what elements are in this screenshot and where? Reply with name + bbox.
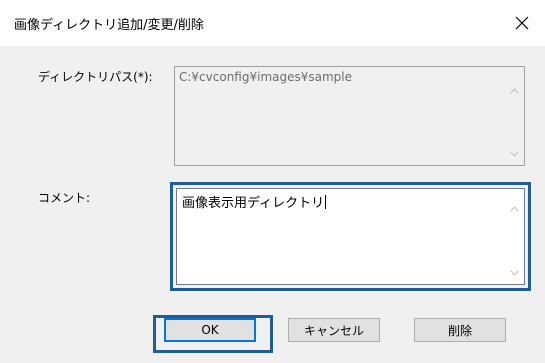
ok-button[interactable]: OK: [164, 318, 256, 342]
title-bar: 画像ディレクトリ追加/変更/削除: [0, 0, 545, 46]
delete-button[interactable]: 削除: [414, 318, 506, 342]
scroll-up-icon[interactable]: [506, 200, 523, 217]
scroll-up-icon[interactable]: [506, 82, 523, 99]
directory-path-field[interactable]: C:¥cvconfig¥images¥sample: [174, 66, 525, 166]
comment-scrollbar[interactable]: [506, 190, 523, 283]
comment-value: 画像表示用ディレクトリ: [182, 195, 327, 211]
scroll-down-icon[interactable]: [506, 264, 523, 281]
dialog-title: 画像ディレクトリ追加/変更/削除: [14, 18, 204, 33]
directory-path-scrollbar[interactable]: [506, 68, 523, 164]
cancel-button[interactable]: キャンセル: [288, 318, 380, 342]
comment-field[interactable]: 画像表示用ディレクトリ: [176, 188, 525, 285]
text-caret: [325, 195, 327, 209]
directory-path-value: C:¥cvconfig¥images¥sample: [179, 70, 353, 84]
dialog-window: 画像ディレクトリ追加/変更/削除 ディレクトリパス(*): C:¥cvconfi…: [0, 0, 545, 363]
close-button[interactable]: [499, 0, 545, 46]
directory-path-label: ディレクトリパス(*):: [38, 70, 153, 84]
scroll-down-icon[interactable]: [506, 145, 523, 162]
close-icon: [515, 16, 529, 30]
comment-label: コメント:: [38, 191, 91, 205]
